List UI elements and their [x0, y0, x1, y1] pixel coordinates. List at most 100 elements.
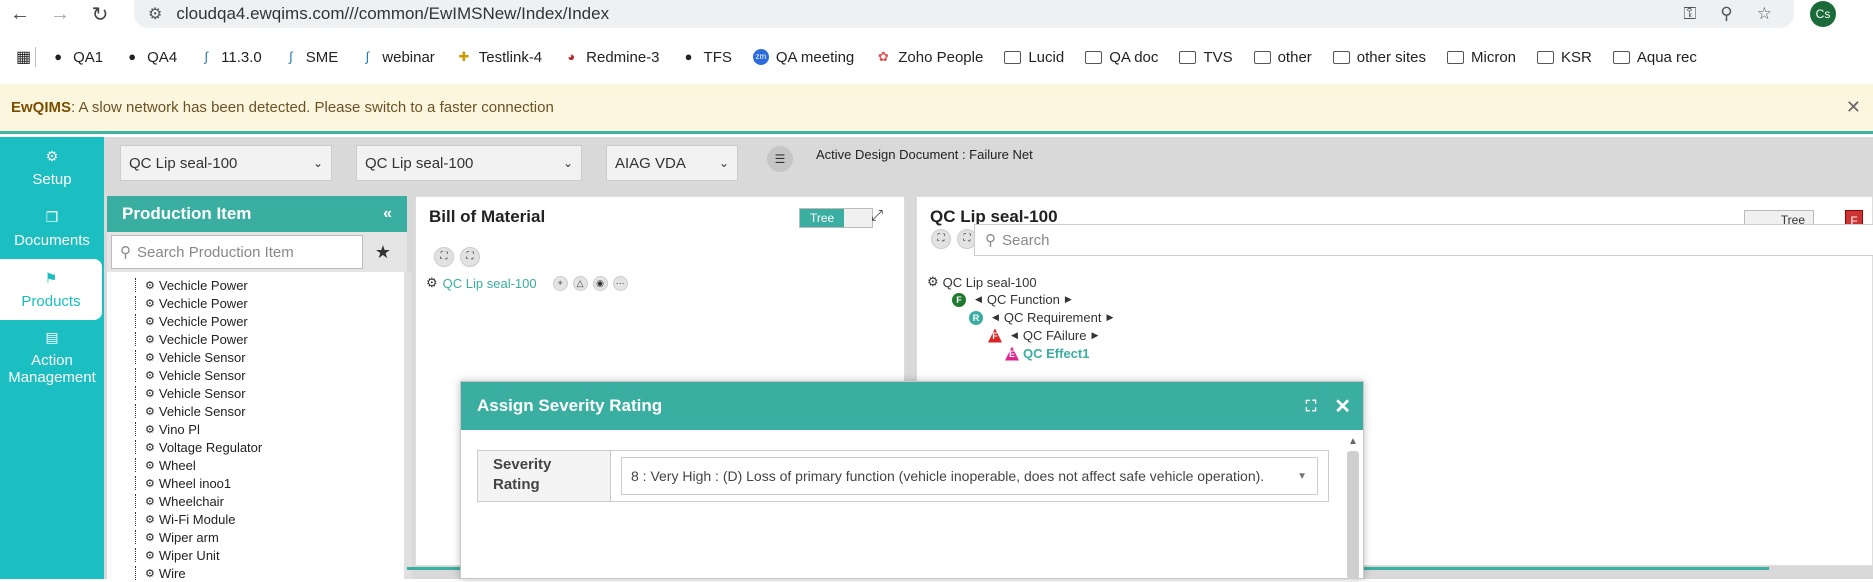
tree-connector — [135, 440, 143, 454]
redmine-icon: ◕ — [567, 49, 576, 64]
url-text: cloudqa4.ewqims.com///common/EwIMSNew/In… — [176, 4, 610, 23]
tree-toggle[interactable]: Tree — [799, 208, 874, 228]
star-icon[interactable]: ★ — [363, 235, 403, 269]
requirement-node[interactable]: R ◀ QC Requirement ▶ — [969, 310, 1118, 325]
chevron-right-icon[interactable]: ▶ — [1106, 312, 1113, 323]
address-bar[interactable]: ⚙ cloudqa4.ewqims.com///common/EwIMSNew/… — [134, 0, 1794, 28]
tree-item[interactable]: ⚙ Vechicle Power — [135, 294, 262, 312]
tree-item[interactable]: ⚙ Vehicle Sensor — [135, 384, 262, 402]
bookmark-folder[interactable]: other — [1253, 49, 1312, 66]
bookmark-folder[interactable]: Micron — [1447, 49, 1516, 66]
chevron-left-icon[interactable]: ◀ — [975, 294, 982, 305]
bookmark-item[interactable]: ● TFS — [681, 49, 732, 66]
tree-item[interactable]: ⚙ Wheel — [135, 456, 262, 474]
testlink-icon: ✚ — [458, 49, 470, 64]
bookmark-star-icon[interactable]: ☆ — [1757, 4, 1772, 24]
search-production-input[interactable]: ⚲ Search Production Item — [111, 235, 363, 269]
tree-item[interactable]: ⚙ Wiper arm — [135, 528, 262, 546]
bookmark-item[interactable]: ✿ Zoho People — [875, 49, 984, 66]
chevron-left-icon[interactable]: ◀ — [992, 312, 999, 323]
severity-rating-select[interactable]: 8 : Very High : (D) Loss of primary func… — [621, 457, 1318, 495]
site-info-icon[interactable]: ⚙ — [148, 4, 162, 24]
sidebar-item-action-management[interactable]: ▤ Action Management — [0, 320, 104, 395]
tree-item[interactable]: ⚙ Wi-Fi Module — [135, 510, 262, 528]
zoom-icon[interactable]: ⚲ — [1720, 4, 1732, 24]
tree-item[interactable]: ⚙ Vino Pl — [135, 420, 262, 438]
slow-network-banner: EwQIMS : A slow network has been detecte… — [0, 84, 1873, 134]
design-select[interactable]: QC Lip seal-100 ⌄ — [356, 145, 582, 181]
collapse-all-icon[interactable]: ⛶ — [460, 247, 480, 267]
bom-root-node[interactable]: ⚙ QC Lip seal-100 + △ ◉ ⋯ — [426, 275, 628, 291]
search-icon: ⚲ — [985, 232, 996, 249]
eye-icon[interactable]: ◉ — [592, 275, 608, 291]
hierarchy-icon[interactable]: △ — [572, 275, 588, 291]
back-icon[interactable]: ← — [0, 3, 40, 26]
tree-item[interactable]: ⚙ Wire — [135, 564, 262, 582]
failure-search-input[interactable]: ⚲ Search — [974, 224, 1873, 256]
modal-scrollbar[interactable]: ▲ — [1347, 436, 1359, 580]
tree-item[interactable]: ⚙ Wiper Unit — [135, 546, 262, 564]
failure-node[interactable]: F ◀ QC FAilure ▶ — [988, 328, 1103, 343]
product-select[interactable]: QC Lip seal-100 ⌄ — [120, 145, 332, 181]
tree-item[interactable]: ⚙ Vehicle Sensor — [135, 402, 262, 420]
fullscreen-icon[interactable]: ⤢ — [871, 207, 883, 224]
bookmark-item[interactable]: ∫ SME — [283, 49, 338, 66]
bookmark-folder[interactable]: QA doc — [1085, 49, 1158, 66]
tree-item[interactable]: ⚙ Voltage Regulator — [135, 438, 262, 456]
tree-item[interactable]: ⚙ Vechicle Power — [135, 312, 262, 330]
failure-root-node[interactable]: ⚙ QC Lip seal-100 — [927, 274, 1037, 290]
tree-item[interactable]: ⚙ Wheel inoo1 — [135, 474, 262, 492]
apps-grid-icon[interactable]: ▦ — [16, 47, 31, 67]
bookmark-item[interactable]: ● QA4 — [124, 49, 177, 66]
tree-item[interactable]: ⚙ Vechicle Power — [135, 330, 262, 348]
sidebar-item-documents[interactable]: ❐ Documents — [0, 198, 104, 259]
maximize-icon[interactable]: ⛶ — [1306, 398, 1317, 415]
bookmark-item[interactable]: ● QA1 — [50, 49, 103, 66]
effect-node[interactable]: E QC Effect1 — [1005, 346, 1089, 361]
bookmark-item[interactable]: ∫ 11.3.0 — [198, 49, 261, 66]
expand-all-icon[interactable]: ⛶ — [434, 247, 454, 267]
gears-icon: ⚙ — [145, 549, 155, 562]
bookmark-item[interactable]: ◕ Redmine-3 — [563, 49, 659, 66]
folder-icon — [1085, 50, 1103, 64]
expand-all-icon[interactable]: ⛶ — [931, 229, 951, 249]
bookmark-item[interactable]: ∫ webinar — [359, 49, 434, 66]
tree-item[interactable]: ⚙ Vehicle Sensor — [135, 348, 262, 366]
bookmark-folder[interactable]: KSR — [1537, 49, 1592, 66]
more-icon[interactable]: ⋯ — [612, 275, 628, 291]
add-icon[interactable]: + — [552, 275, 568, 291]
key-icon[interactable]: ⚿ — [1683, 4, 1696, 24]
bookmark-item[interactable]: ✚ Testlink-4 — [456, 49, 542, 66]
forward-icon[interactable]: → — [40, 3, 80, 26]
chevron-left-icon[interactable]: ◀ — [1011, 330, 1018, 341]
collapse-icon[interactable]: « — [383, 205, 392, 223]
close-icon[interactable]: ✕ — [1846, 97, 1861, 118]
gears-icon: ⚙ — [145, 423, 155, 436]
caret-down-icon: ▼ — [1297, 470, 1307, 482]
tree-connector — [135, 404, 143, 418]
ewqims-icon: ∫ — [288, 49, 293, 64]
tree-item[interactable]: ⚙ Vechicle Power — [135, 276, 262, 294]
bookmark-folder[interactable]: other sites — [1332, 49, 1426, 66]
chevron-right-icon[interactable]: ▶ — [1092, 330, 1099, 341]
reload-icon[interactable]: ↻ — [80, 2, 120, 27]
scroll-thumb[interactable] — [1347, 451, 1359, 579]
standard-select[interactable]: AIAG VDA ⌄ — [606, 145, 738, 181]
chevron-right-icon[interactable]: ▶ — [1065, 294, 1072, 305]
scrollbar[interactable] — [404, 272, 412, 579]
scroll-up-icon[interactable]: ▲ — [1347, 436, 1359, 447]
tree-item[interactable]: ⚙ Wheelchair — [135, 492, 262, 510]
sidebar-item-products[interactable]: ⚑ Products — [0, 259, 102, 320]
function-node[interactable]: F ◀ QC Function ▶ — [952, 292, 1077, 307]
bookmark-folder[interactable]: Lucid — [1004, 49, 1064, 66]
sidebar-item-setup[interactable]: ⚙ Setup — [0, 137, 104, 198]
tree-item[interactable]: ⚙ Vehicle Sensor — [135, 366, 262, 384]
profile-avatar[interactable]: Cs — [1810, 1, 1836, 27]
zoom-icon: zm — [752, 49, 769, 65]
bookmark-item[interactable]: zm QA meeting — [752, 49, 854, 66]
bookmark-folder[interactable]: TVS — [1179, 49, 1233, 66]
bookmark-folder[interactable]: Aqua rec — [1612, 49, 1697, 66]
layers-icon[interactable]: ☰ — [767, 146, 793, 172]
close-icon[interactable]: ✕ — [1334, 394, 1351, 419]
folder-icon — [1537, 50, 1555, 64]
